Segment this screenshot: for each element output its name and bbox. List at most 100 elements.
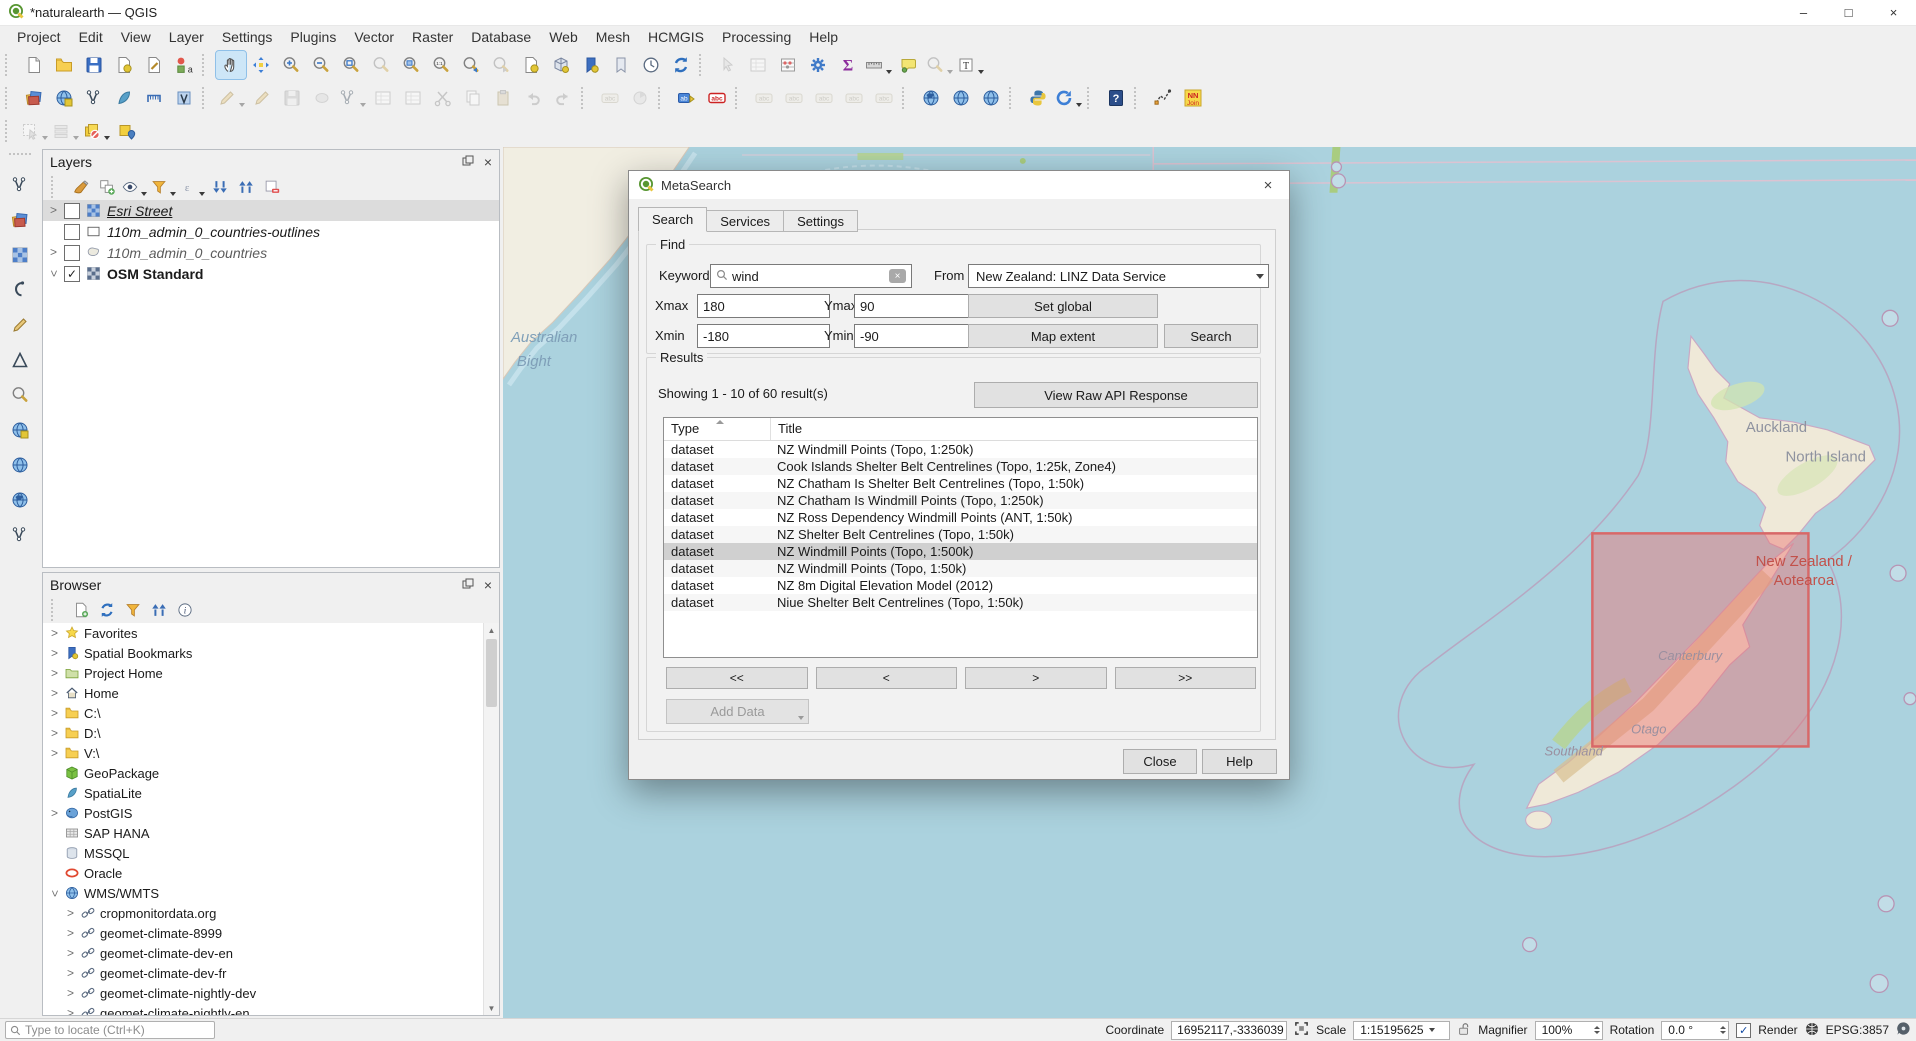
nn-join-button[interactable]: NNJoin: [1178, 84, 1208, 112]
messages-icon[interactable]: [1896, 1021, 1911, 1039]
expander-icon[interactable]: >: [49, 708, 60, 719]
remove-layer-button[interactable]: [259, 175, 285, 199]
zoom-next-button[interactable]: [486, 51, 516, 79]
from-dropdown[interactable]: New Zealand: LINZ Data Service: [968, 264, 1269, 288]
layers-stack-button[interactable]: [6, 207, 34, 233]
expander-icon[interactable]: >: [48, 247, 59, 258]
browser-item-geomet-climate-8999[interactable]: >geomet-climate-8999: [43, 923, 499, 943]
scroll-up-icon[interactable]: ▲: [484, 623, 499, 637]
layer-item[interactable]: 110m_admin_0_countries-outlines: [43, 221, 499, 242]
browser-item-home[interactable]: >Home: [43, 683, 499, 703]
toolbar-handle[interactable]: [1087, 87, 1097, 109]
expander-icon[interactable]: >: [48, 205, 59, 216]
browser-item-favorites[interactable]: >Favorites: [43, 623, 499, 643]
dialog-close-icon[interactable]: ×: [1247, 171, 1289, 199]
undo-button[interactable]: [518, 84, 548, 112]
expander-icon[interactable]: >: [49, 628, 60, 639]
expander-icon[interactable]: >: [65, 988, 76, 999]
menu-processing[interactable]: Processing: [713, 27, 800, 47]
open-attribute-table-button[interactable]: [743, 51, 773, 79]
menu-help[interactable]: Help: [800, 27, 847, 47]
expander-icon[interactable]: >: [49, 688, 60, 699]
close-panel-icon[interactable]: ×: [484, 577, 492, 593]
result-row[interactable]: datasetNZ Chatham Is Windmill Points (To…: [664, 492, 1257, 509]
add-spatialite-layer-button[interactable]: [109, 84, 139, 112]
style-manager-button[interactable]: a: [169, 51, 199, 79]
toolbar-handle[interactable]: [699, 54, 709, 76]
menu-view[interactable]: View: [112, 27, 160, 47]
pencil-tool-button[interactable]: [6, 312, 34, 338]
result-row[interactable]: datasetNiue Shelter Belt Centrelines (To…: [664, 594, 1257, 611]
pin-unpin-labels-button[interactable]: abc: [749, 84, 779, 112]
help-button[interactable]: Help: [1202, 749, 1277, 774]
measure-line-button[interactable]: [863, 51, 894, 79]
add-bookmark-pin-button[interactable]: [112, 117, 142, 145]
new-3d-map-view-button[interactable]: [546, 51, 576, 79]
add-selected-layers-button[interactable]: [68, 598, 94, 622]
layer-visibility-checkbox[interactable]: ✓: [64, 266, 80, 282]
rail-handle[interactable]: [9, 153, 31, 163]
expander-icon[interactable]: >: [48, 268, 59, 279]
hook-tool-button[interactable]: [6, 277, 34, 303]
browser-item-geomet-climate-dev-fr[interactable]: >geomet-climate-dev-fr: [43, 963, 499, 983]
open-layer-styling-button[interactable]: [68, 175, 94, 199]
expander-icon[interactable]: >: [65, 1008, 76, 1016]
column-header-title[interactable]: Title: [771, 418, 802, 440]
render-checkbox[interactable]: ✓: [1736, 1023, 1751, 1038]
globe-search-button[interactable]: [6, 487, 34, 513]
extent-icon[interactable]: [1294, 1021, 1309, 1039]
show-bookmarks-button[interactable]: [606, 51, 636, 79]
epsg-value[interactable]: EPSG:3857: [1826, 1023, 1889, 1037]
clear-keywords-icon[interactable]: ×: [889, 269, 906, 283]
select-features-button[interactable]: [19, 117, 50, 145]
menu-hcmgis[interactable]: HCMGIS: [639, 27, 713, 47]
float-panel-icon[interactable]: [462, 577, 474, 593]
menu-vector[interactable]: Vector: [345, 27, 403, 47]
raster-checker-button[interactable]: [6, 242, 34, 268]
browser-item-v[interactable]: >V:\: [43, 743, 499, 763]
current-edits-button[interactable]: [216, 84, 247, 112]
layer-visibility-checkbox[interactable]: [64, 245, 80, 261]
coordinate-input[interactable]: 16952117,-3336039: [1171, 1021, 1287, 1040]
add-vector-layer-button[interactable]: [79, 84, 109, 112]
tab-search[interactable]: Search: [638, 207, 707, 232]
scale-dropdown[interactable]: 1:15195625: [1353, 1021, 1450, 1040]
map-canvas[interactable]: AustralianBightAucklandNorth IslandNew Z…: [503, 147, 1916, 1018]
open-project-button[interactable]: [49, 51, 79, 79]
filter-legend-expression-button[interactable]: ε: [178, 175, 207, 199]
browser-item-project-home[interactable]: >Project Home: [43, 663, 499, 683]
add-group-button[interactable]: [94, 175, 120, 199]
new-print-layout-button[interactable]: [109, 51, 139, 79]
lock-icon[interactable]: [1457, 1022, 1471, 1039]
paste-features-button[interactable]: [488, 84, 518, 112]
layer-visibility-checkbox[interactable]: [64, 224, 80, 240]
result-row[interactable]: datasetNZ Windmill Points (Topo, 1:250k): [664, 441, 1257, 458]
python-console-button[interactable]: [1023, 84, 1053, 112]
zoom-in-button[interactable]: [276, 51, 306, 79]
plugin-reloader-button[interactable]: [1053, 84, 1084, 112]
refresh-map-button[interactable]: [666, 51, 696, 79]
dialog-titlebar[interactable]: MetaSearch ×: [629, 171, 1289, 199]
browser-item-spatial-bookmarks[interactable]: >Spatial Bookmarks: [43, 643, 499, 663]
close-panel-icon[interactable]: ×: [484, 154, 492, 170]
zoom-out-button[interactable]: [306, 51, 336, 79]
expander-icon[interactable]: >: [65, 948, 76, 959]
magnifier-gear-button[interactable]: [6, 382, 34, 408]
browser-item-geomet-climate-dev-en[interactable]: >geomet-climate-dev-en: [43, 943, 499, 963]
filter-browser-button[interactable]: [120, 598, 146, 622]
add-data-button[interactable]: Add Data: [666, 699, 809, 724]
layer-item[interactable]: >Esri Street: [43, 200, 499, 221]
toolbar-handle[interactable]: [658, 87, 668, 109]
digitize-shape-button[interactable]: [307, 84, 337, 112]
toolbar-handle[interactable]: [581, 87, 591, 109]
magnifier-spinbox[interactable]: 100%: [1535, 1021, 1603, 1040]
text-annotation-button[interactable]: T: [955, 51, 986, 79]
maximize-button[interactable]: □: [1826, 0, 1871, 25]
help-contents-button[interactable]: ?: [1101, 84, 1131, 112]
layer-item[interactable]: >✓OSM Standard: [43, 263, 499, 284]
float-panel-icon[interactable]: [462, 154, 474, 170]
browser-scrollbar[interactable]: ▲ ▼: [483, 623, 499, 1015]
scroll-thumb[interactable]: [486, 639, 497, 707]
vector-extra-button[interactable]: [6, 522, 34, 548]
show-hide-labels-button[interactable]: abc: [779, 84, 809, 112]
